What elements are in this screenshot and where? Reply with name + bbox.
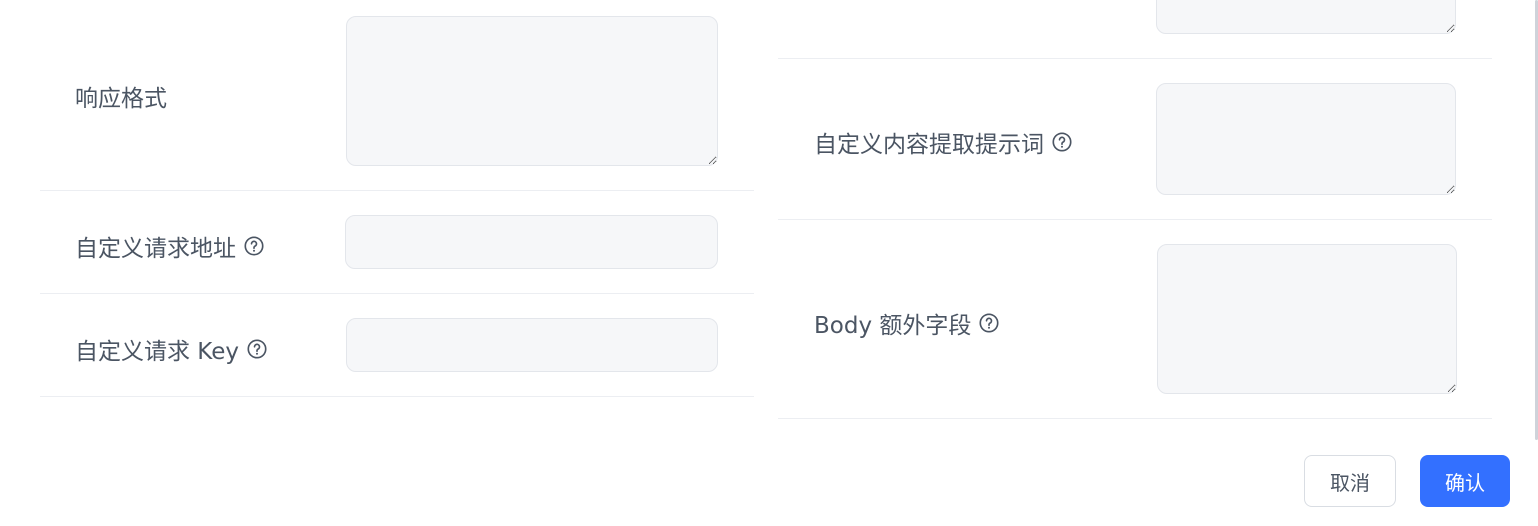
custom-request-key-label: 自定义请求 Key bbox=[75, 332, 268, 366]
help-icon[interactable] bbox=[243, 235, 265, 257]
form-row-top-partial bbox=[778, 0, 1492, 59]
custom-request-key-input[interactable] bbox=[346, 318, 718, 372]
form-row-custom-request-url: 自定义请求地址 bbox=[40, 191, 754, 294]
custom-extract-prompt-label: 自定义内容提取提示词 bbox=[814, 125, 1073, 159]
response-format-textarea[interactable] bbox=[346, 16, 718, 166]
help-icon[interactable] bbox=[978, 312, 1000, 334]
settings-dialog-body: 响应格式 自定义请求地址 自定义请求 Key 自定义内容提取提示词 Body 额… bbox=[0, 0, 1538, 526]
top-partial-textarea[interactable] bbox=[1156, 0, 1456, 34]
confirm-button[interactable]: 确认 bbox=[1420, 455, 1510, 507]
cancel-button[interactable]: 取消 bbox=[1304, 455, 1396, 507]
form-row-custom-request-key: 自定义请求 Key bbox=[40, 294, 754, 397]
help-icon[interactable] bbox=[1051, 131, 1073, 153]
body-extra-fields-label: Body 额外字段 bbox=[814, 306, 1000, 340]
custom-extract-prompt-textarea[interactable] bbox=[1156, 83, 1456, 195]
form-row-body-extra-fields: Body 额外字段 bbox=[778, 220, 1492, 419]
response-format-label: 响应格式 bbox=[75, 86, 167, 112]
custom-request-url-input[interactable] bbox=[345, 215, 718, 269]
form-row-custom-extract-prompt: 自定义内容提取提示词 bbox=[778, 59, 1492, 220]
left-form-column: 响应格式 自定义请求地址 自定义请求 Key bbox=[40, 0, 754, 397]
body-extra-fields-textarea[interactable] bbox=[1157, 244, 1457, 394]
form-row-response-format: 响应格式 bbox=[40, 0, 754, 191]
right-form-column: 自定义内容提取提示词 Body 额外字段 bbox=[778, 0, 1492, 419]
custom-request-url-label: 自定义请求地址 bbox=[75, 229, 265, 263]
help-icon[interactable] bbox=[246, 338, 268, 360]
